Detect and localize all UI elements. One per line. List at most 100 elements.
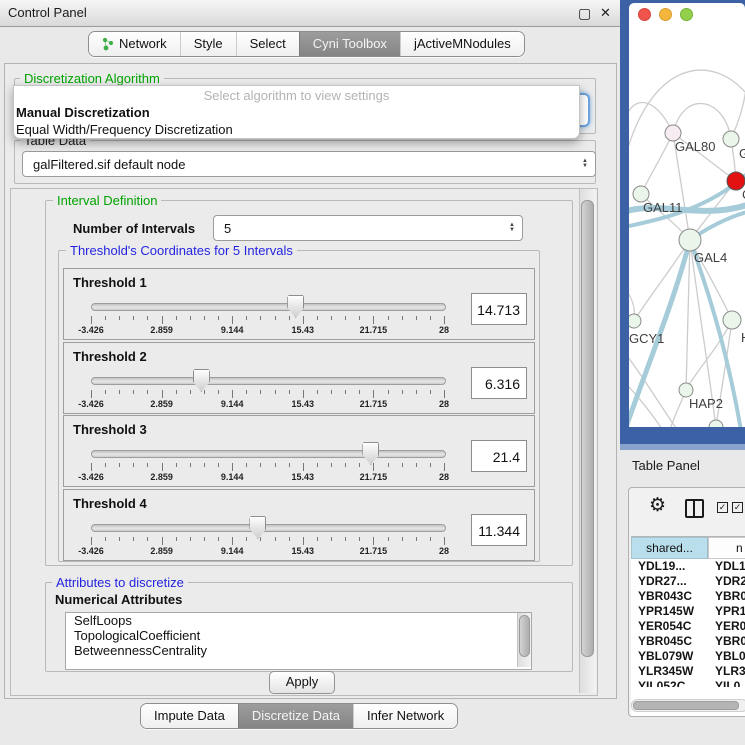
close-icon[interactable]: ✕ xyxy=(600,5,611,21)
tick-mark xyxy=(162,463,163,471)
spinner-arrows-icon: ▲▼ xyxy=(582,152,588,176)
table-row[interactable]: YDL19...YDL1 xyxy=(631,559,745,574)
threshold-value-field[interactable]: 21.4 xyxy=(471,440,527,472)
num-intervals-combobox[interactable]: 5 ▲▼ xyxy=(213,215,523,241)
table-cell: YDL19... xyxy=(631,559,708,574)
table-cell: YPR1 xyxy=(708,604,745,619)
threshold-value-field[interactable]: 6.316 xyxy=(471,367,527,399)
table-data-combobox[interactable]: galFiltered.sif default node ▲▼ xyxy=(22,151,596,177)
table-row[interactable]: YBR045CYBR0 xyxy=(631,634,745,649)
list-item-betweennesscentrality[interactable]: BetweennessCentrality xyxy=(66,643,531,658)
network-node-ga[interactable] xyxy=(723,131,739,147)
table-cell: YDR2 xyxy=(708,574,745,589)
attributes-scrollbar-thumb[interactable] xyxy=(519,615,530,657)
tick-mark xyxy=(260,316,261,320)
table-column-header-1[interactable]: shared... xyxy=(631,537,708,559)
checkbox-icon[interactable]: ✓ xyxy=(717,502,728,513)
threshold-box-2: Threshold 2-3.4262.8599.14415.4321.71528… xyxy=(63,342,535,414)
split-columns-icon[interactable] xyxy=(685,499,704,518)
table-row[interactable]: YBL079WYBL0 xyxy=(631,649,745,664)
table-row[interactable]: YLR345WYLR3 xyxy=(631,664,745,679)
interval-group-title: Interval Definition xyxy=(53,193,161,208)
tab-select[interactable]: Select xyxy=(236,32,299,56)
threshold-slider-thumb[interactable] xyxy=(362,442,379,465)
main-scrollbar-thumb[interactable] xyxy=(581,200,594,657)
tick-mark xyxy=(91,390,92,398)
threshold-slider-thumb[interactable] xyxy=(287,295,304,318)
threshold-label: Threshold 2 xyxy=(73,349,147,364)
threshold-slider-track[interactable] xyxy=(91,377,446,385)
list-item-topologicalcoefficient[interactable]: TopologicalCoefficient xyxy=(66,628,531,643)
threshold-slider-thumb[interactable] xyxy=(193,369,210,392)
checkbox-icon[interactable]: ✓ xyxy=(732,502,743,513)
tick-label: 2.859 xyxy=(150,546,173,556)
table-row[interactable]: YIL052CYIL0 xyxy=(631,679,745,687)
tick-mark xyxy=(345,463,346,467)
tick-mark xyxy=(388,390,389,394)
tick-mark xyxy=(147,390,148,394)
tick-mark xyxy=(275,463,276,467)
table-cell: YIL052C xyxy=(631,679,708,687)
table-column-header-2[interactable]: n xyxy=(708,537,745,559)
network-node-gal4[interactable] xyxy=(679,229,701,251)
tab-cyni-toolbox[interactable]: Cyni Toolbox xyxy=(299,32,400,56)
tick-mark xyxy=(176,463,177,467)
tick-mark xyxy=(105,537,106,541)
table-cell: YDR27... xyxy=(631,574,708,589)
tab-network[interactable]: Network xyxy=(89,32,180,56)
tab-label: Infer Network xyxy=(367,704,444,728)
table-row[interactable]: YER054CYER0 xyxy=(631,619,745,634)
tick-mark xyxy=(289,316,290,320)
zoom-traffic-light[interactable] xyxy=(680,8,693,21)
threshold-label: Threshold 1 xyxy=(73,275,147,290)
network-node-gcy1[interactable] xyxy=(629,314,641,328)
threshold-value-field[interactable]: 11.344 xyxy=(471,514,527,546)
node-label: HAP2 xyxy=(689,396,723,411)
apply-button[interactable]: Apply xyxy=(269,671,335,694)
network-node[interactable] xyxy=(709,420,723,427)
network-node-h[interactable] xyxy=(723,311,741,329)
tab-infer-network[interactable]: Infer Network xyxy=(353,704,457,728)
float-window-icon[interactable]: ▢ xyxy=(578,5,591,22)
table-header: shared...n xyxy=(631,537,745,559)
tick-mark xyxy=(204,537,205,541)
tick-mark xyxy=(105,316,106,320)
table-hscrollbar-thumb[interactable] xyxy=(633,701,739,710)
tab-impute-data[interactable]: Impute Data xyxy=(141,704,238,728)
tab-style[interactable]: Style xyxy=(180,32,236,56)
network-canvas[interactable]: GAL80GACGAL11GAL4GCY1HHAP2 xyxy=(629,22,745,427)
tick-mark xyxy=(359,316,360,320)
tick-mark xyxy=(402,537,403,541)
node-label: GA xyxy=(739,146,745,161)
spinner-arrows-icon: ▲▼ xyxy=(509,216,515,240)
threshold-slider-thumb[interactable] xyxy=(249,516,266,539)
gear-icon[interactable]: ⚙ xyxy=(649,494,666,517)
tab-jactivemnodules[interactable]: jActiveMNodules xyxy=(400,32,524,56)
tick-mark xyxy=(232,316,233,324)
list-item-selfloops[interactable]: SelfLoops xyxy=(66,613,531,628)
threshold-value-field[interactable]: 14.713 xyxy=(471,293,527,325)
tick-label: -3.426 xyxy=(78,546,104,556)
dropdown-option-equal-width-frequency-discretization[interactable]: Equal Width/Frequency Discretization xyxy=(14,121,579,138)
table-hscrollbar-track[interactable] xyxy=(631,699,745,712)
threshold-slider-track[interactable] xyxy=(91,303,446,311)
tick-mark xyxy=(147,316,148,320)
threshold-slider-track[interactable] xyxy=(91,524,446,532)
tab-label: Discretize Data xyxy=(252,704,340,728)
tick-mark xyxy=(275,537,276,541)
table-row[interactable]: YBR043CYBR0 xyxy=(631,589,745,604)
table-row[interactable]: YPR145WYPR1 xyxy=(631,604,745,619)
network-window: GAL80GACGAL11GAL4GCY1HHAP2 xyxy=(629,3,745,427)
tick-mark xyxy=(444,316,445,324)
table-row[interactable]: YDR27...YDR2 xyxy=(631,574,745,589)
tick-mark xyxy=(303,537,304,545)
table-cell: YBR043C xyxy=(631,589,708,604)
tick-label: 21.715 xyxy=(360,399,388,409)
dropdown-option-manual-discretization[interactable]: Manual Discretization xyxy=(14,104,579,121)
minimize-traffic-light[interactable] xyxy=(659,8,672,21)
network-node-hap2[interactable] xyxy=(679,383,693,397)
close-traffic-light[interactable] xyxy=(638,8,651,21)
attributes-listbox[interactable]: SelfLoopsTopologicalCoefficientBetweenne… xyxy=(65,612,532,670)
threshold-slider-track[interactable] xyxy=(91,450,446,458)
tab-discretize-data[interactable]: Discretize Data xyxy=(238,704,353,728)
